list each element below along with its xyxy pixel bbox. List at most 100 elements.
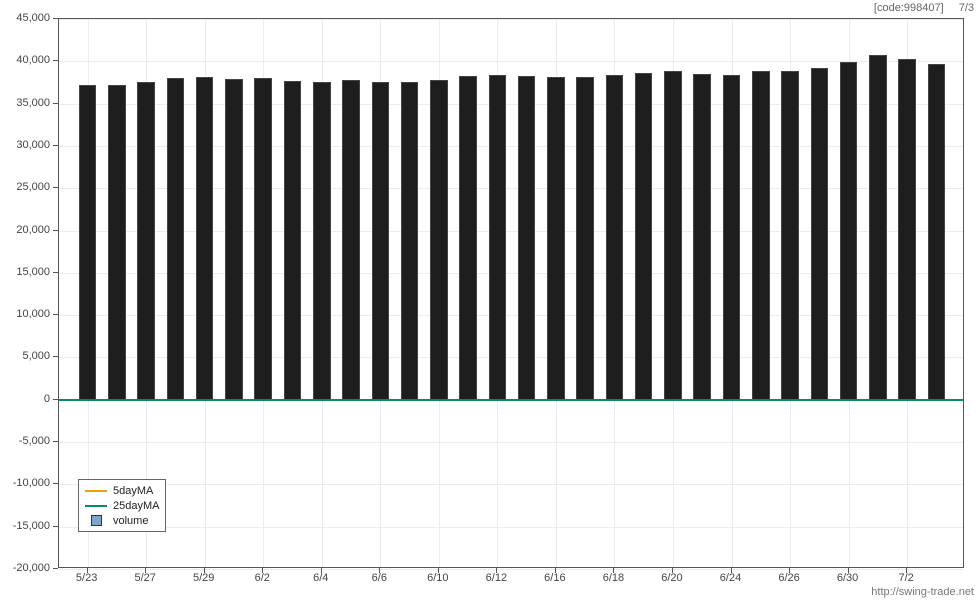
x-tick-label: 5/23 [76,572,97,584]
y-tick-label: 15,000 [0,266,50,278]
y-tick-mark [53,441,58,442]
volume-bar [928,64,946,400]
y-tick-label: 20,000 [0,224,50,236]
x-tick-label: 6/6 [372,572,387,584]
y-tick-mark [53,399,58,400]
y-tick-label: 45,000 [0,12,50,24]
volume-bar [518,76,536,400]
volume-bar [167,78,185,400]
volume-bar [723,75,741,400]
y-tick-mark [53,483,58,484]
x-tick-label: 6/12 [486,572,507,584]
volume-bar [313,82,331,400]
volume-bar [284,81,302,400]
x-tick-label: 6/10 [427,572,448,584]
x-tick-mark [906,568,907,573]
x-tick-label: 6/30 [837,572,858,584]
gridline-h [59,442,963,443]
gridline-h [59,527,963,528]
x-tick-mark [438,568,439,573]
x-tick-mark [613,568,614,573]
volume-bar [79,85,97,400]
x-tick-label: 6/16 [544,572,565,584]
volume-bar [372,82,390,400]
x-tick-mark [87,568,88,573]
y-tick-label: 25,000 [0,181,50,193]
x-tick-label: 6/26 [778,572,799,584]
legend-row: 5dayMA [85,483,159,498]
y-tick-mark [53,103,58,104]
x-tick-mark [262,568,263,573]
x-tick-mark [379,568,380,573]
volume-bar [547,77,565,400]
volume-bar [840,62,858,400]
legend: 5dayMA25dayMA volume [78,479,166,532]
header-date: 7/3 [959,2,974,14]
x-tick-label: 6/24 [720,572,741,584]
gridline-h [59,19,963,20]
legend-swatch-line [85,505,107,507]
volume-bar [752,71,770,399]
y-tick-label: 30,000 [0,139,50,151]
y-tick-mark [53,230,58,231]
x-tick-mark [321,568,322,573]
y-tick-label: 0 [0,393,50,405]
ma25-line [59,399,963,401]
legend-swatch-line [85,490,107,492]
x-tick-label: 6/4 [313,572,328,584]
volume-bar [108,85,126,400]
volume-bar [137,82,155,400]
x-tick-mark [848,568,849,573]
volume-bar [196,77,214,399]
x-tick-label: 5/27 [134,572,155,584]
x-tick-label: 6/18 [603,572,624,584]
legend-label: volume [113,515,148,527]
header-annotation: [code:998407] 7/3 [874,2,974,14]
plot-area [58,18,964,568]
x-tick-mark [145,568,146,573]
volume-bar [576,77,594,399]
y-tick-label: -20,000 [0,562,50,574]
volume-bar [606,75,624,400]
y-tick-mark [53,526,58,527]
y-tick-label: 10,000 [0,308,50,320]
y-tick-mark [53,18,58,19]
y-tick-label: 35,000 [0,97,50,109]
legend-row: volume [85,513,159,528]
y-tick-mark [53,356,58,357]
chart-container: [code:998407] 7/3 -20,000 -15,000 -10,000 -… [0,0,980,600]
y-tick-mark [53,272,58,273]
x-tick-label: 5/29 [193,572,214,584]
volume-bar [342,80,360,400]
y-tick-mark [53,187,58,188]
x-tick-mark [731,568,732,573]
y-tick-label: -5,000 [0,435,50,447]
gridline-h [59,484,963,485]
x-tick-label: 6/20 [661,572,682,584]
legend-label: 5dayMA [113,485,153,497]
gridline-h [59,61,963,62]
x-tick-label: 6/2 [255,572,270,584]
x-tick-mark [555,568,556,573]
volume-bar [225,79,243,400]
y-tick-label: -10,000 [0,477,50,489]
gridline-h [59,569,963,570]
volume-bar [430,80,448,400]
y-tick-mark [53,60,58,61]
volume-bar [635,73,653,400]
legend-row: 25dayMA [85,498,159,513]
y-tick-label: -15,000 [0,520,50,532]
y-tick-label: 40,000 [0,54,50,66]
volume-bar [459,76,477,400]
code-label: [code:998407] [874,2,944,14]
volume-bar [869,55,887,399]
volume-bar [664,71,682,400]
volume-bar [693,74,711,400]
x-tick-label: 7/2 [898,572,913,584]
volume-bar [898,59,916,400]
x-tick-mark [789,568,790,573]
x-tick-mark [204,568,205,573]
volume-bar [811,68,829,400]
footer-url: http://swing-trade.net [871,586,974,598]
y-tick-mark [53,145,58,146]
